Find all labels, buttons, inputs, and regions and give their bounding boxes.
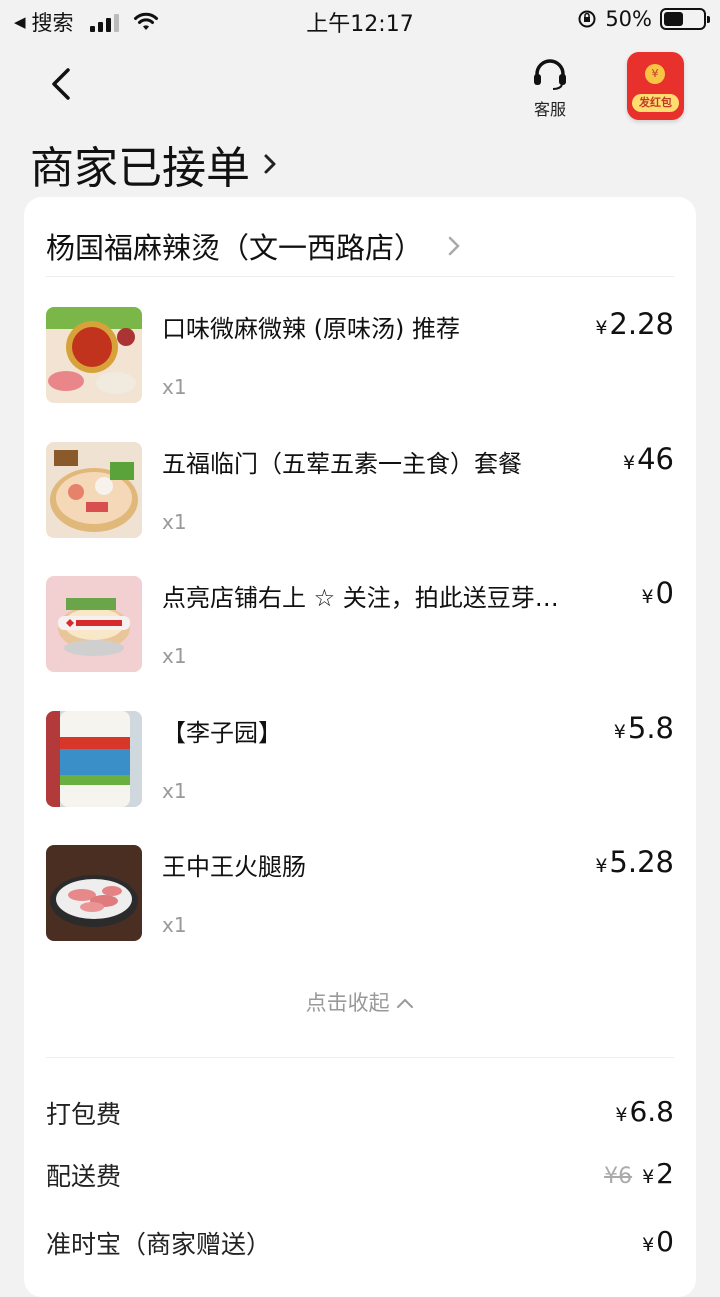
chevron-right-icon [264, 154, 276, 174]
packaging-fee-row: 打包费 ¥6.8 [46, 1095, 674, 1135]
divider [46, 1057, 674, 1058]
order-status-link[interactable]: 商家已接单 [30, 132, 278, 196]
item-name: 五福临门（五荤五素一主食）套餐 [162, 450, 522, 478]
fee-value: ¥0 [642, 1225, 674, 1258]
battery-icon [660, 8, 710, 30]
currency-symbol: ¥ [595, 855, 608, 877]
shop-row[interactable]: 杨国福麻辣烫（文一西路店） [46, 215, 674, 277]
fee-amount: 6.8 [629, 1095, 674, 1128]
item-name: 口味微麻微辣 (原味汤) 推荐 [162, 315, 460, 343]
currency-symbol: ¥ [623, 452, 636, 474]
currency-symbol: ¥ [641, 586, 654, 608]
chevron-left-icon [52, 68, 70, 100]
red-packet-label: 发红包 [632, 94, 679, 112]
fee-label: 配送费 [46, 1162, 122, 1191]
currency-symbol: ¥ [613, 721, 626, 743]
item-price-value: 2.28 [609, 307, 674, 341]
item-price: ¥5.8 [614, 711, 674, 745]
collapse-button[interactable]: 点击收起 [24, 987, 696, 1017]
battery-percent: 50% [605, 7, 652, 31]
fee-label: 准时宝（商家赠送） [46, 1230, 272, 1259]
order-status-title: 商家已接单 [30, 143, 250, 194]
customer-service-button[interactable]: 客服 [522, 58, 578, 119]
delivery-fee-row: 配送费 ¥6 ¥2 [46, 1157, 674, 1197]
item-name: 【李子园】 [162, 719, 282, 747]
order-item[interactable]: 王中王火腿肠 x1 ¥5.28 [46, 845, 674, 945]
order-item[interactable]: 口味微麻微辣 (原味汤) 推荐 x1 ¥2.28 [46, 307, 674, 407]
fee-amount: 2 [656, 1157, 674, 1190]
item-qty: x1 [162, 375, 187, 399]
red-packet-button[interactable]: ¥ 发红包 [627, 52, 684, 120]
fee-label: 打包费 [46, 1100, 122, 1129]
item-price-value: 0 [655, 576, 674, 610]
hotpot-image [46, 307, 142, 403]
item-price: ¥46 [623, 442, 674, 476]
item-qty: x1 [162, 644, 187, 668]
headset-icon [534, 59, 566, 90]
currency-symbol: ¥ [642, 1234, 655, 1256]
item-name: 点亮店铺右上 ☆ 关注，拍此送豆芽… [162, 584, 559, 612]
currency-symbol: ¥ [615, 1104, 628, 1126]
currency-symbol: ¥ [595, 317, 608, 339]
item-price-value: 5.28 [609, 845, 674, 879]
drink-image [46, 711, 142, 807]
item-qty: x1 [162, 913, 187, 937]
sausage-image [46, 845, 142, 941]
fee-amount: 0 [656, 1225, 674, 1258]
coin-icon: ¥ [645, 64, 665, 84]
item-qty: x1 [162, 779, 187, 803]
item-qty: x1 [162, 510, 187, 534]
nav-bar: 客服 ¥ 发红包 [0, 40, 720, 130]
chevron-up-icon [397, 998, 414, 1008]
order-item[interactable]: 【李子园】 x1 ¥5.8 [46, 711, 674, 811]
item-price-value: 46 [637, 442, 674, 476]
back-button[interactable] [42, 64, 82, 104]
order-card: 杨国福麻辣烫（文一西路店） 口味微麻微辣 (原味汤) 推荐 x1 ¥2.28 五… [24, 197, 696, 1297]
fee-value: ¥6 ¥2 [604, 1157, 674, 1190]
item-price-value: 5.8 [627, 711, 674, 745]
item-price: ¥5.28 [595, 845, 674, 879]
set-meal-image [46, 442, 142, 538]
shop-name: 杨国福麻辣烫（文一西路店） [46, 230, 424, 265]
collapse-label: 点击收起 [305, 991, 390, 1015]
currency-symbol: ¥ [642, 1166, 655, 1188]
status-bar: ◀ 搜索 上午12:17 50% [0, 0, 720, 40]
item-name: 王中王火腿肠 [162, 853, 306, 881]
chevron-right-icon [448, 236, 460, 255]
item-price: ¥0 [641, 576, 674, 610]
order-item[interactable]: 五福临门（五荤五素一主食）套餐 x1 ¥46 [46, 442, 674, 542]
item-price: ¥2.28 [595, 307, 674, 341]
orientation-lock-icon [578, 10, 596, 28]
order-item[interactable]: 点亮店铺右上 ☆ 关注，拍此送豆芽… x1 ¥0 [46, 576, 674, 676]
promo-image [46, 576, 142, 672]
customer-service-label: 客服 [533, 100, 566, 119]
on-time-guarantee-row: 准时宝（商家赠送） ¥0 [46, 1225, 674, 1265]
original-fee: ¥6 [604, 1164, 633, 1189]
fee-value: ¥6.8 [615, 1095, 674, 1128]
